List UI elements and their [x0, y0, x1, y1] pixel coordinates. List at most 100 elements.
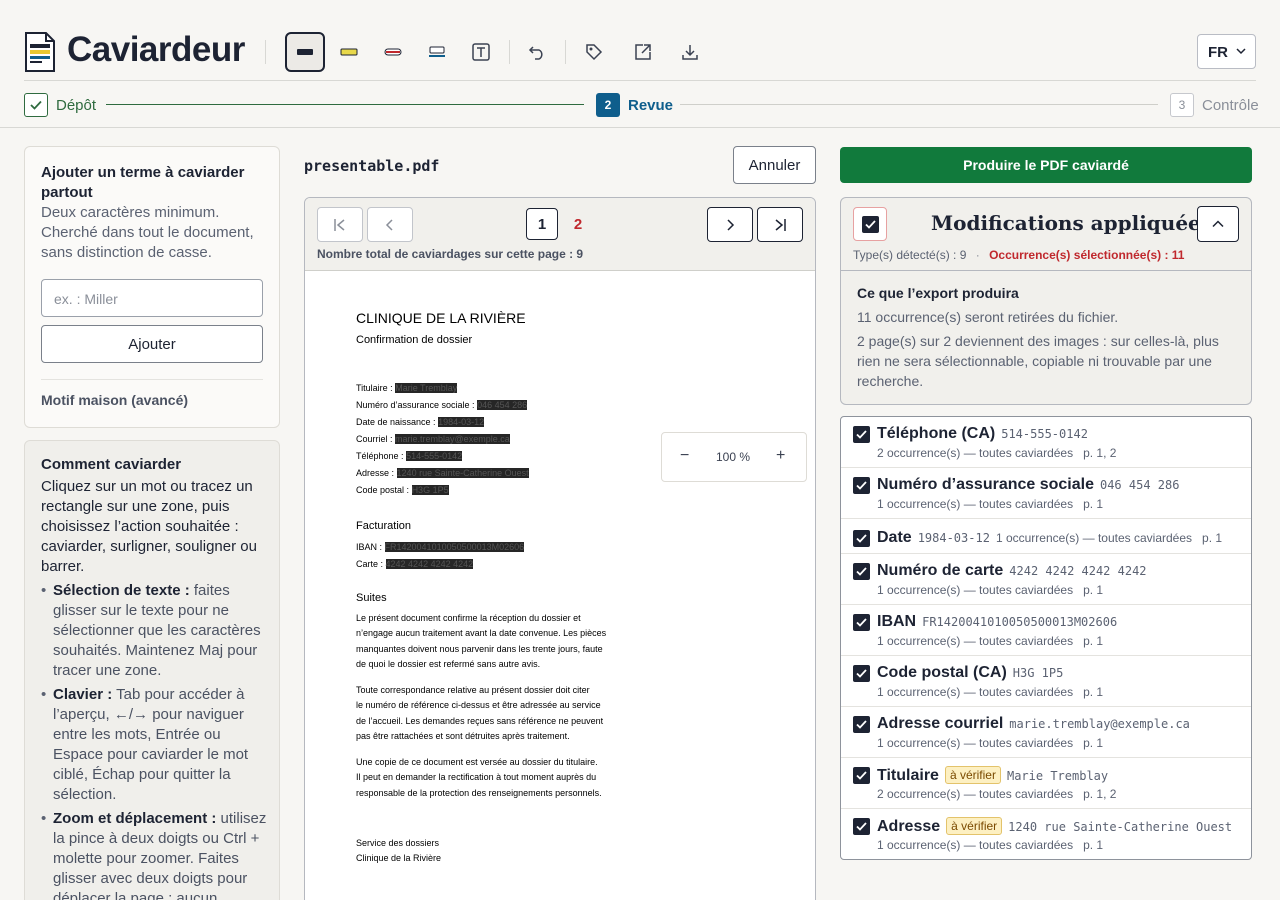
modifications-list: Téléphone (CA) 514-555-0142 2 occurrence(s…: [840, 416, 1252, 860]
step-revue[interactable]: Revue: [628, 97, 673, 114]
modification-item[interactable]: Adresse à vérifier 1240 rue Sainte-Catheri…: [841, 809, 1251, 859]
first-page-button[interactable]: [317, 207, 363, 242]
doc-subheading[interactable]: Confirmation de dossier: [356, 332, 472, 349]
item-sub: 2 occurrence(s) — toutes caviardées p. 1…: [877, 787, 1117, 801]
page-2-button[interactable]: 2: [562, 208, 594, 240]
modification-item[interactable]: Adresse courriel marie.tremblay@exemple.c…: [841, 707, 1251, 758]
check-icon: [856, 669, 867, 678]
redaction-mark: 046 454 286: [477, 400, 528, 410]
item-name: Code postal (CA) H3G 1P5: [877, 664, 1064, 681]
page-1-button[interactable]: 1: [526, 208, 558, 240]
add-term-button[interactable]: Ajouter: [41, 325, 263, 363]
modification-item[interactable]: IBAN FR1420041010050500013M02606 1 occurre…: [841, 605, 1251, 656]
term-input[interactable]: ex. : Miller: [41, 279, 263, 317]
item-name: Adresse à vérifier 1240 rue Sainte-Catheri…: [877, 817, 1233, 835]
pdf-viewer[interactable]: 1 2 Nombre total de caviardages sur cett…: [304, 197, 816, 900]
item-checkbox[interactable]: [853, 614, 870, 631]
step-depot[interactable]: Dépôt: [56, 97, 96, 114]
modification-item[interactable]: Téléphone (CA) 514-555-0142 2 occurrence(s…: [841, 417, 1251, 468]
item-checkbox[interactable]: [853, 530, 870, 547]
check-icon: [856, 822, 867, 831]
zoom-in-button[interactable]: +: [776, 447, 785, 465]
item-checkbox[interactable]: [853, 477, 870, 494]
check-icon: [856, 720, 867, 729]
occurrences-selected: Occurrence(s) sélectionnée(s) : 11: [989, 248, 1185, 262]
redaction-mark: marie.tremblay@exemple.ca: [395, 434, 510, 444]
tag-icon[interactable]: [574, 32, 614, 72]
select-all-checkbox[interactable]: [853, 207, 887, 241]
item-sample: H3G 1P5: [1012, 666, 1064, 680]
last-page-button[interactable]: [757, 207, 803, 242]
export-line-2: 2 page(s) sur 2 deviennent des images : …: [857, 333, 1219, 389]
doc-field[interactable]: Téléphone : 514-555-0142: [356, 448, 529, 465]
file-name: presentable.pdf: [304, 157, 440, 175]
item-checkbox[interactable]: [853, 665, 870, 682]
produce-pdf-button[interactable]: Produire le PDF caviardé: [840, 147, 1252, 183]
doc-field[interactable]: Carte : 4242 4242 4242 4242: [356, 556, 524, 573]
modification-item[interactable]: Code postal (CA) H3G 1P5 1 occurrence(s) —…: [841, 656, 1251, 707]
doc-field[interactable]: Adresse : 1240 rue Sainte-Catherine Oues…: [356, 465, 529, 482]
doc-paragraph-3[interactable]: Une copie de ce document est versée au d…: [356, 755, 602, 801]
doc-suites-title[interactable]: Suites: [356, 590, 387, 607]
redaction-mark: 1984-03-12: [438, 417, 485, 427]
item-sub: 1 occurrence(s) — toutes caviardées p. 1: [877, 634, 1104, 648]
item-checkbox[interactable]: [853, 563, 870, 580]
language-select[interactable]: FR: [1197, 34, 1256, 69]
texte-tool[interactable]: [461, 32, 501, 72]
redaction-mark: Marie Tremblay: [395, 383, 458, 393]
open-external-icon[interactable]: [623, 32, 663, 72]
doc-field[interactable]: Titulaire : Marie Tremblay: [356, 380, 529, 397]
collapse-button[interactable]: [1197, 206, 1239, 242]
check-icon: [856, 771, 867, 780]
item-sample: marie.tremblay@exemple.ca: [1009, 717, 1190, 731]
cancel-button[interactable]: Annuler: [733, 146, 816, 184]
doc-heading[interactable]: CLINIQUE DE LA RIVIÈRE: [356, 310, 526, 327]
howto-panel: Comment caviarder Cliquez sur un mot ou …: [24, 440, 280, 900]
undo-icon[interactable]: [517, 32, 557, 72]
item-sub: 2 occurrence(s) — toutes caviardées p. 1…: [877, 446, 1117, 460]
add-term-panel: Ajouter un terme à caviarder partout Deu…: [24, 146, 280, 428]
modification-item[interactable]: Titulaire à vérifier Marie Tremblay 2 occur…: [841, 758, 1251, 809]
redaction-mark: 514-555-0142: [406, 451, 463, 461]
item-checkbox[interactable]: [853, 426, 870, 443]
souligner-tool[interactable]: [417, 32, 457, 72]
barrer-tool[interactable]: [373, 32, 413, 72]
modification-item[interactable]: Numéro d’assurance sociale 046 454 286 1 o…: [841, 468, 1251, 519]
item-checkbox[interactable]: [853, 716, 870, 733]
howto-intro: Cliquez sur un mot ou tracez un rectangl…: [41, 478, 257, 575]
download-icon[interactable]: [670, 32, 710, 72]
next-page-button[interactable]: [707, 207, 753, 242]
item-sample: 1984-03-12: [917, 531, 990, 545]
check-icon: [856, 618, 867, 627]
doc-field[interactable]: IBAN : FR1420041010050500013M02606: [356, 539, 525, 556]
zoom-control: − 100 % +: [661, 432, 807, 482]
doc-billing-title[interactable]: Facturation: [356, 518, 411, 535]
doc-field[interactable]: Courriel : marie.tremblay@exemple.ca: [356, 431, 529, 448]
redaction-mark: 1240 rue Sainte-Catherine Ouest: [396, 468, 529, 478]
chevron-down-icon: [1236, 48, 1246, 55]
howto-item-zoom: Zoom et déplacement : utilisez la pince …: [41, 809, 269, 900]
doc-paragraph-1[interactable]: Le présent document confirme la réceptio…: [356, 611, 606, 672]
item-sample: FR1420041010050500013M02606: [922, 615, 1118, 629]
item-name: Adresse courriel marie.tremblay@exemple.c…: [877, 715, 1190, 732]
advanced-pattern-toggle[interactable]: Motif maison (avancé): [41, 392, 188, 408]
modification-item[interactable]: Date 1984-03-12 1 occurrence(s) — toutes c…: [841, 519, 1251, 554]
howto-title: Comment caviarder: [41, 456, 182, 473]
item-checkbox[interactable]: [853, 818, 870, 835]
doc-field[interactable]: Code postal : H3G 1P5: [356, 482, 529, 499]
modification-item[interactable]: Numéro de carte 4242 4242 4242 4242 1 occu…: [841, 554, 1251, 605]
item-name: Numéro de carte 4242 4242 4242 4242: [877, 562, 1147, 579]
surligner-tool[interactable]: [329, 32, 369, 72]
zoom-out-button[interactable]: −: [680, 447, 689, 465]
doc-field[interactable]: Date de naissance : 1984-03-12: [356, 414, 529, 431]
prev-page-button[interactable]: [367, 207, 413, 242]
check-icon: [856, 534, 867, 543]
chevron-up-icon: [1212, 220, 1224, 228]
add-term-title: Ajouter un terme à caviarder partout: [41, 164, 245, 201]
doc-paragraph-2[interactable]: Toute correspondance relative au présent…: [356, 683, 603, 744]
item-checkbox[interactable]: [853, 767, 870, 784]
doc-signature[interactable]: Service des dossiers Clinique de la Riviè…: [356, 836, 441, 867]
caviarder-tool[interactable]: [285, 32, 325, 72]
doc-field[interactable]: Numéro d’assurance sociale : 046 454 286: [356, 397, 529, 414]
types-detected: Type(s) détecté(s) : 9: [853, 248, 967, 262]
